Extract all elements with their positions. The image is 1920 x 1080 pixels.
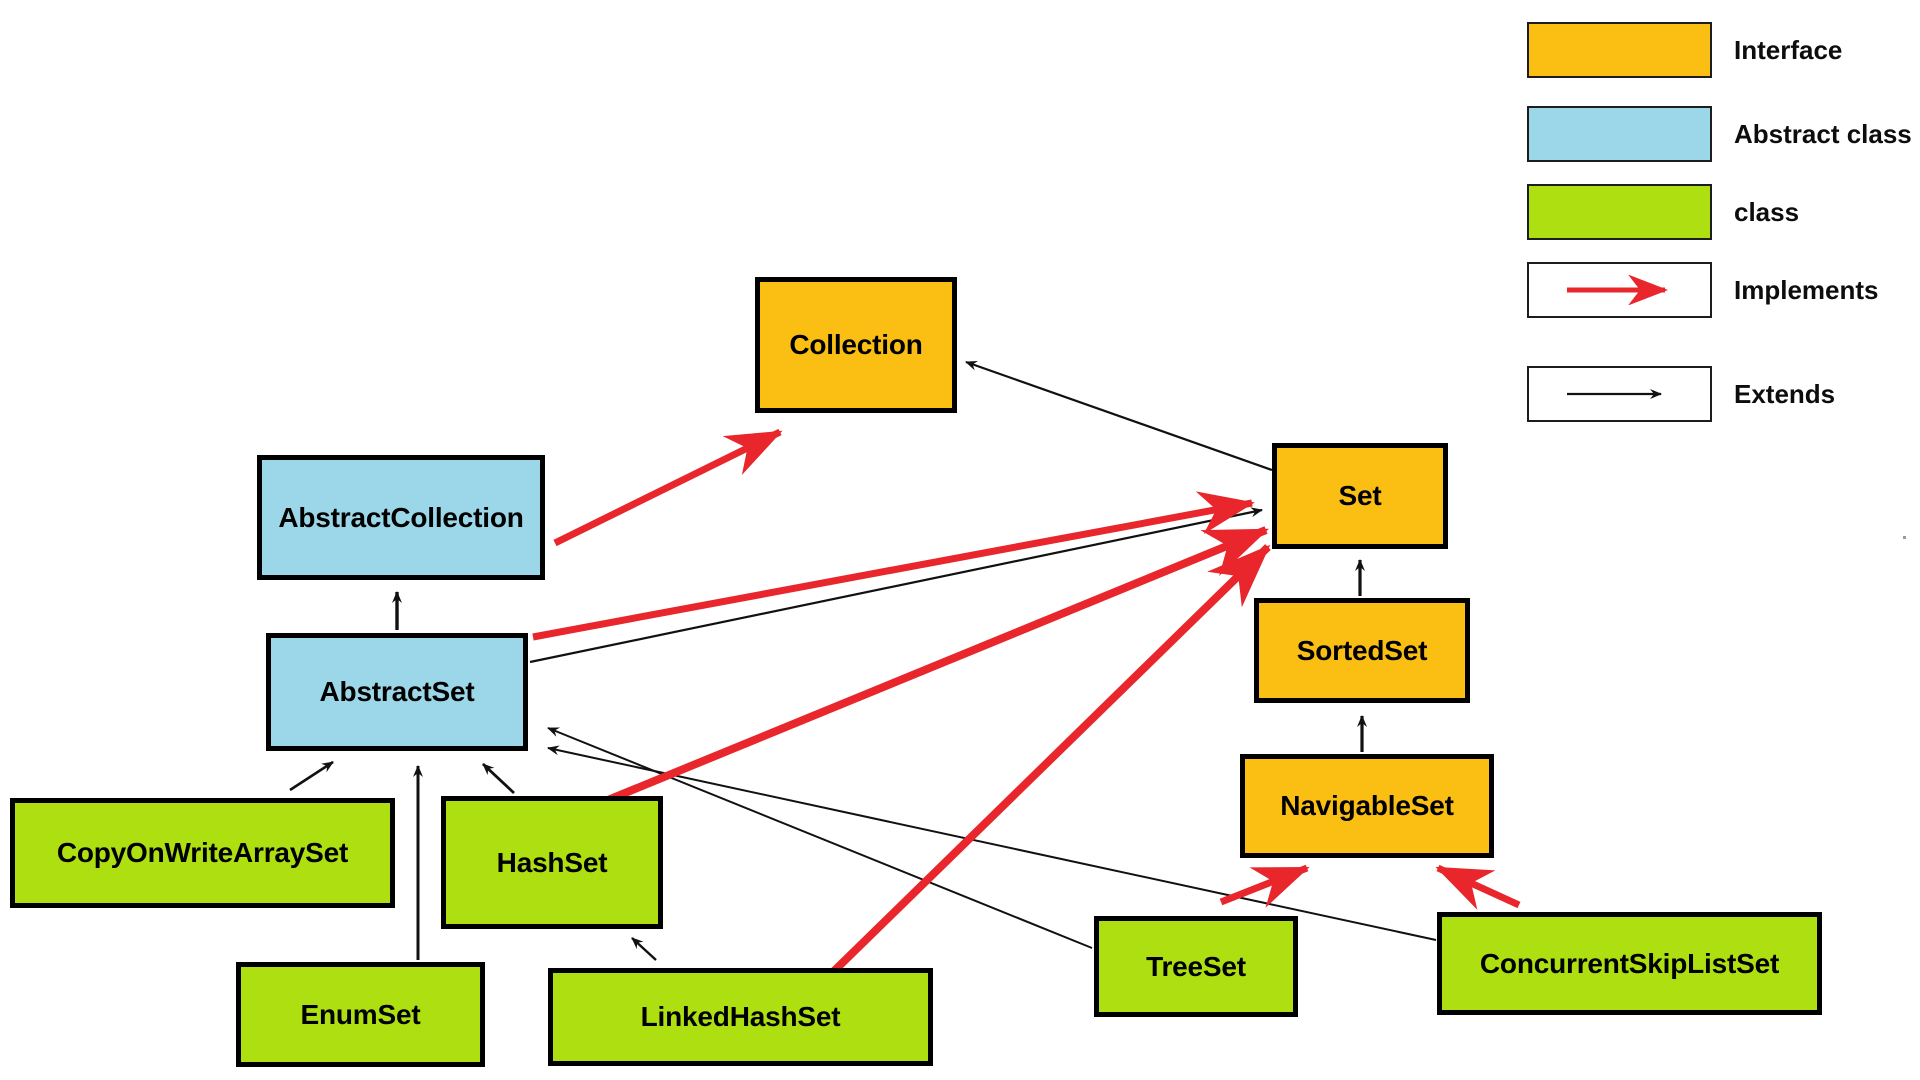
legend-item-class: class bbox=[1527, 184, 1799, 240]
legend-item-implements: Implements bbox=[1527, 262, 1879, 318]
node-label: HashSet bbox=[496, 846, 608, 878]
legend-label: Implements bbox=[1734, 274, 1879, 305]
stray-mark bbox=[1903, 536, 1906, 539]
legend-label: Abstract class bbox=[1734, 118, 1912, 149]
node-label: AbstractSet bbox=[319, 676, 475, 708]
node-collection[interactable]: Collection bbox=[755, 277, 957, 413]
node-copyonwritearrayset[interactable]: CopyOnWriteArraySet bbox=[10, 798, 395, 908]
legend-swatch-implements bbox=[1527, 262, 1712, 318]
edge-linkedhashset-extends-hashset bbox=[631, 937, 657, 961]
legend-label: Interface bbox=[1734, 34, 1843, 65]
node-set[interactable]: Set bbox=[1272, 443, 1448, 549]
node-label: CopyOnWriteArraySet bbox=[56, 837, 349, 869]
legend-item-extends: Extends bbox=[1527, 366, 1835, 422]
diagram-canvas: Collection AbstractCollection AbstractSe… bbox=[0, 0, 1920, 1080]
node-label: ConcurrentSkipListSet bbox=[1479, 947, 1780, 979]
edge-abstractset-extends-set bbox=[529, 507, 1263, 664]
legend-label: Extends bbox=[1734, 378, 1836, 409]
node-sortedset[interactable]: SortedSet bbox=[1254, 598, 1470, 703]
legend-label: class bbox=[1734, 196, 1800, 227]
node-navigableset[interactable]: NavigableSet bbox=[1240, 754, 1494, 858]
node-label: AbstractCollection bbox=[278, 501, 524, 533]
node-concurrentskiplistset[interactable]: ConcurrentSkipListSet bbox=[1437, 912, 1822, 1015]
edge-abstractcollection-implements-collection bbox=[553, 428, 783, 547]
legend-swatch-abstract-class bbox=[1527, 106, 1712, 162]
legend-swatch-class bbox=[1527, 184, 1712, 240]
node-label: LinkedHashSet bbox=[640, 1001, 841, 1033]
edge-linkedhashset-implements-set bbox=[830, 544, 1271, 975]
extends-arrow-icon bbox=[1566, 389, 1662, 399]
edge-concurrentskiplistset-implements-navigableset bbox=[1435, 864, 1521, 910]
node-label: TreeSet bbox=[1146, 950, 1246, 982]
node-linkedhashset[interactable]: LinkedHashSet bbox=[548, 968, 933, 1066]
edge-hashset-extends-abstractset bbox=[482, 762, 515, 795]
legend-swatch-interface bbox=[1527, 22, 1712, 78]
node-label: NavigableSet bbox=[1280, 790, 1454, 822]
node-treeset[interactable]: TreeSet bbox=[1094, 916, 1298, 1017]
legend-item-abstract-class: Abstract class bbox=[1527, 106, 1912, 162]
edge-copyonwritearrayset-extends-abstractset bbox=[289, 760, 334, 792]
legend-item-interface: Interface bbox=[1527, 22, 1842, 78]
edge-hashset-implements-set bbox=[606, 526, 1269, 804]
edge-treeset-implements-navigableset bbox=[1219, 864, 1310, 908]
edge-abstractset-implements-set bbox=[532, 491, 1255, 641]
node-label: SortedSet bbox=[1296, 634, 1428, 666]
node-enumset[interactable]: EnumSet bbox=[236, 962, 485, 1067]
node-label: EnumSet bbox=[300, 998, 421, 1030]
edge-set-extends-collection bbox=[965, 360, 1273, 472]
implements-arrow-icon bbox=[1566, 275, 1668, 305]
node-label: Set bbox=[1338, 480, 1382, 512]
node-abstractset[interactable]: AbstractSet bbox=[266, 633, 528, 751]
node-hashset[interactable]: HashSet bbox=[441, 796, 663, 929]
node-abstractcollection[interactable]: AbstractCollection bbox=[257, 455, 545, 580]
node-label: Collection bbox=[789, 329, 923, 361]
legend-swatch-extends bbox=[1527, 366, 1712, 422]
